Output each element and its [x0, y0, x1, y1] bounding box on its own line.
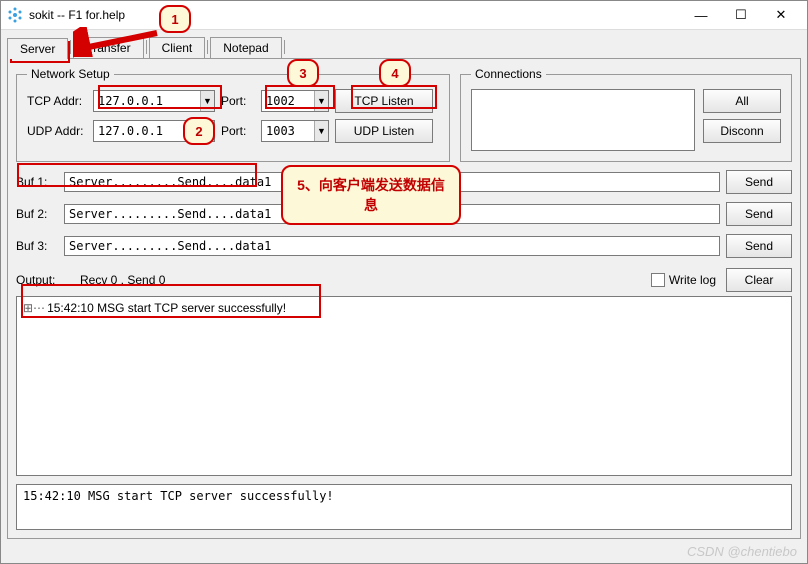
close-button[interactable]: ✕: [761, 3, 801, 27]
buf3-label: Buf 3:: [16, 239, 58, 253]
tab-separator: [70, 40, 71, 54]
tcp-port-label: Port:: [221, 94, 255, 108]
udp-port-combo[interactable]: ▼: [261, 120, 329, 142]
tab-notepad[interactable]: Notepad: [210, 37, 281, 58]
tcp-addr-input[interactable]: [94, 91, 200, 111]
disconnect-button[interactable]: Disconn: [703, 119, 781, 143]
network-setup-group: Network Setup TCP Addr: ▼ Port: ▼ TCP Li…: [16, 67, 450, 162]
buf3-input[interactable]: [64, 236, 720, 256]
udp-listen-button[interactable]: UDP Listen: [335, 119, 433, 143]
window-title: sokit -- F1 for.help: [29, 8, 681, 22]
buf2-input[interactable]: [64, 204, 720, 224]
log-line: 15:42:10 MSG start TCP server successful…: [47, 301, 286, 315]
udp-addr-label: UDP Addr:: [27, 124, 87, 138]
tcp-port-input[interactable]: [262, 91, 314, 111]
udp-addr-combo[interactable]: ▼: [93, 120, 215, 142]
output-log[interactable]: ⊞⋯15:42:10 MSG start TCP server successf…: [16, 296, 792, 476]
buf2-label: Buf 2:: [16, 207, 58, 221]
chevron-down-icon[interactable]: ▼: [200, 121, 214, 141]
watermark: CSDN @chentiebo: [687, 544, 797, 559]
tab-server[interactable]: Server: [7, 38, 68, 59]
tcp-port-combo[interactable]: ▼: [261, 90, 329, 112]
tab-separator: [207, 40, 208, 54]
tcp-addr-label: TCP Addr:: [27, 94, 87, 108]
status-line: 15:42:10 MSG start TCP server successful…: [23, 489, 334, 503]
chevron-down-icon[interactable]: ▼: [314, 121, 328, 141]
maximize-button[interactable]: ☐: [721, 3, 761, 27]
udp-port-input[interactable]: [262, 121, 314, 141]
connections-group: Connections All Disconn: [460, 67, 792, 162]
tab-separator: [146, 40, 147, 54]
minimize-button[interactable]: —: [681, 3, 721, 27]
buf2-send-button[interactable]: Send: [726, 202, 792, 226]
chevron-down-icon[interactable]: ▼: [200, 91, 214, 111]
tcp-addr-combo[interactable]: ▼: [93, 90, 215, 112]
app-icon: [7, 7, 23, 23]
tab-client[interactable]: Client: [149, 37, 206, 58]
udp-port-label: Port:: [221, 124, 255, 138]
all-button[interactable]: All: [703, 89, 781, 113]
buf1-send-button[interactable]: Send: [726, 170, 792, 194]
tab-separator: [284, 40, 285, 54]
buf3-send-button[interactable]: Send: [726, 234, 792, 258]
output-label: Output:: [16, 273, 70, 287]
checkbox-icon: [651, 273, 665, 287]
chevron-down-icon[interactable]: ▼: [314, 91, 328, 111]
tree-node-icon: ⊞⋯: [23, 301, 45, 315]
network-setup-legend: Network Setup: [27, 67, 114, 81]
write-log-label: Write log: [669, 273, 716, 287]
connections-legend: Connections: [471, 67, 546, 81]
buf1-label: Buf 1:: [16, 175, 58, 189]
clear-button[interactable]: Clear: [726, 268, 792, 292]
tcp-listen-button[interactable]: TCP Listen: [335, 89, 433, 113]
tab-transfer[interactable]: Transfer: [73, 37, 143, 58]
status-log[interactable]: 15:42:10 MSG start TCP server successful…: [16, 484, 792, 530]
output-stats: Recv 0 , Send 0: [80, 273, 641, 287]
connections-list[interactable]: [471, 89, 695, 151]
udp-addr-input[interactable]: [94, 121, 200, 141]
write-log-checkbox[interactable]: Write log: [651, 273, 716, 287]
buf1-input[interactable]: [64, 172, 720, 192]
